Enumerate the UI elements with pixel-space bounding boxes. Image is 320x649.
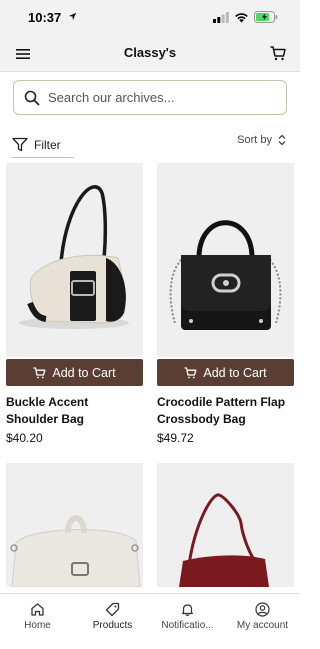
- home-icon: [31, 603, 44, 616]
- add-to-cart-label: Add to Cart: [52, 365, 116, 380]
- shoulder-bag-image: [6, 163, 143, 357]
- app-header: Classy's: [0, 36, 300, 72]
- nav-label: Products: [92, 620, 133, 631]
- crossbody-bag-image: [157, 163, 294, 357]
- status-time: 10:37: [28, 10, 62, 25]
- nav-item-products[interactable]: Products: [75, 594, 150, 649]
- location-arrow-icon: [68, 12, 77, 21]
- filter-label: Filter: [34, 137, 61, 152]
- tag-icon: [105, 602, 120, 617]
- user-icon: [255, 602, 270, 617]
- sort-button[interactable]: Sort by: [237, 134, 286, 146]
- wifi-icon: [235, 12, 248, 22]
- status-bar: 10:37: [0, 0, 300, 36]
- filter-icon: [12, 137, 28, 152]
- status-icons: [213, 11, 278, 23]
- battery-icon: [254, 11, 278, 23]
- red-bag-image: [157, 463, 294, 587]
- nav-label: Notificatio...: [161, 620, 214, 631]
- nav-label: My account: [236, 620, 289, 631]
- white-bag-image: [6, 463, 143, 587]
- sort-label: Sort by: [237, 134, 272, 146]
- add-to-cart-label: Add to Cart: [203, 365, 267, 380]
- search-icon: [24, 90, 40, 105]
- cart-icon[interactable]: [269, 44, 287, 62]
- add-to-cart-button[interactable]: Add to Cart: [6, 359, 143, 386]
- product-name[interactable]: Crocodile Pattern Flap Crossbody Bag: [157, 394, 294, 428]
- nav-item-notifications[interactable]: Notificatio...: [150, 594, 225, 649]
- product-price: $49.72: [157, 431, 194, 445]
- bell-icon: [181, 604, 194, 616]
- sort-chevrons-icon: [278, 134, 286, 146]
- cart-icon: [184, 366, 197, 378]
- signal-icon: [213, 11, 229, 23]
- search-input[interactable]: [48, 90, 268, 105]
- add-to-cart-button[interactable]: Add to Cart: [157, 359, 294, 386]
- product-card[interactable]: Add to Cart Buckle Accent Shoulder Bag $…: [6, 163, 143, 445]
- product-image[interactable]: [6, 163, 143, 357]
- product-image[interactable]: [6, 463, 143, 587]
- search-box[interactable]: [13, 80, 287, 115]
- product-card[interactable]: Add to Cart Crocodile Pattern Flap Cross…: [157, 163, 294, 445]
- bottom-nav: Home Products Notificatio... My account: [0, 593, 300, 649]
- nav-item-account[interactable]: My account: [225, 594, 300, 649]
- product-name[interactable]: Buckle Accent Shoulder Bag: [6, 394, 143, 428]
- nav-item-home[interactable]: Home: [0, 594, 75, 649]
- product-price: $40.20: [6, 431, 43, 445]
- app-title: Classy's: [123, 45, 177, 60]
- filter-button[interactable]: Filter: [12, 132, 74, 158]
- nav-label: Home: [24, 620, 51, 631]
- product-image[interactable]: [157, 163, 294, 357]
- product-image[interactable]: [157, 463, 294, 587]
- cart-icon: [33, 366, 46, 378]
